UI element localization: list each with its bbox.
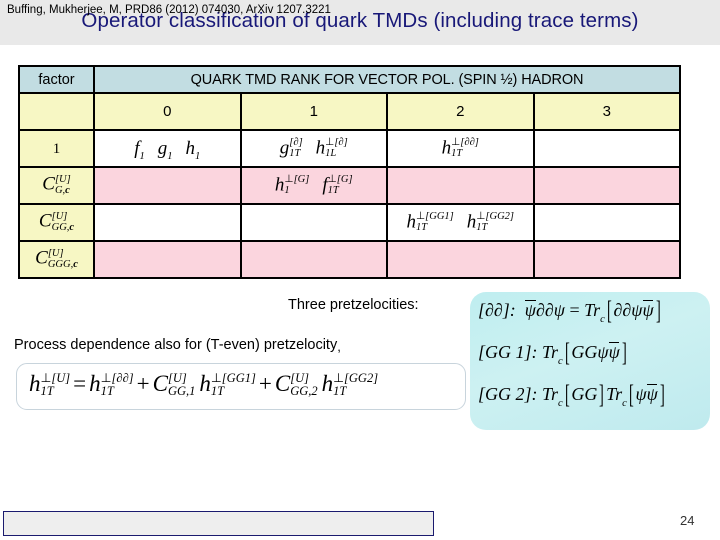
cell-r2-c0 [93, 166, 242, 205]
process-dependence-label: Process dependence also for (T-even) pre… [14, 337, 338, 353]
cell-r4-c3 [532, 240, 681, 279]
cell-r2-c1: h ⊥[G] 1 f ⊥[G] 1T [239, 166, 388, 205]
rank-column-2: 2 [386, 92, 535, 131]
cell-r4-c2 [386, 240, 535, 279]
cell-r1-c2: h ⊥[∂∂] 1T [386, 129, 535, 168]
trace-definitions-box: [∂∂]: ψ∂∂ψ = Trc[∂∂ψψ] [GG 1]: Trc[GGψψ]… [470, 292, 710, 430]
pretzelocities-label: Three pretzelocities: [288, 297, 419, 313]
cell-r4-c0 [93, 240, 242, 279]
cell-r3-c3 [532, 203, 681, 242]
factor-cell-1: 1 [18, 129, 95, 168]
cell-r1-c0: f1 g1 h1 [93, 129, 242, 168]
citation-text: Buffing, Mukherjee, M, PRD86 (2012) 0740… [7, 4, 331, 16]
cell-r1-c3 [532, 129, 681, 168]
factor-cell-C-GG-c: C [U] GG,c [18, 203, 95, 242]
factor-cell-C-G-c: C [U] G,c [18, 166, 95, 205]
rank-column-1: 1 [239, 92, 388, 131]
cell-r3-c2: h ⊥[GG1] 1T h ⊥[GG2] 1T [386, 203, 535, 242]
table-row: C [U] GGG,c [18, 240, 681, 279]
rank-row-factor-blank [18, 92, 95, 131]
cell-r3-c1 [239, 203, 388, 242]
trace-line-gg2: [GG 2]: Trc[GG] Trc[ψψ] [478, 380, 665, 409]
table-rank-row: 0 1 2 3 [18, 92, 681, 131]
trace-line-dd: [∂∂]: ψ∂∂ψ = Trc[∂∂ψψ] [478, 296, 661, 325]
header-cell-rank-banner: QUARK TMD RANK FOR VECTOR POL. (SPIN ½) … [93, 65, 681, 94]
cell-r1-c1: g [∂] 1T h ⊥[∂] 1L [239, 129, 388, 168]
rank-column-0: 0 [93, 92, 242, 131]
process-dependence-text: Process dependence also for (T-even) pre… [14, 337, 341, 354]
rank-column-3: 3 [532, 92, 681, 131]
trace-line-gg1: [GG 1]: Trc[GGψψ] [478, 338, 627, 367]
table-header-row: factor QUARK TMD RANK FOR VECTOR POL. (S… [18, 65, 681, 94]
pretzelocity-formula: h ⊥[U] 1T = h ⊥[∂∂] 1T + C [U] GG,1 h ⊥[GG1] 1T + C [U] G… [29, 371, 379, 399]
pretzelocity-formula-box: h ⊥[U] 1T = h ⊥[∂∂] 1T + C [U] GG,1 h ⊥[GG1] 1T + C [U] G… [16, 363, 466, 410]
process-dependence-comma: , [337, 339, 341, 354]
cell-r4-c1 [239, 240, 388, 279]
page-number: 24 [680, 513, 695, 528]
tmd-classification-table: factor QUARK TMD RANK FOR VECTOR POL. (S… [18, 65, 681, 279]
table-row: 1 f1 g1 h1 g [∂] 1T h ⊥[∂] 1L h ⊥[∂∂] 1T [18, 129, 681, 168]
header-cell-factor: factor [18, 65, 95, 94]
cell-r2-c2 [386, 166, 535, 205]
factor-cell-C-GGG-c: C [U] GGG,c [18, 240, 95, 279]
table-row: C [U] GG,c h ⊥[GG1] 1T h ⊥[GG2] 1T [18, 203, 681, 242]
cell-r2-c3 [532, 166, 681, 205]
citation-box [3, 511, 434, 536]
table-row: C [U] G,c h ⊥[G] 1 f ⊥[G] 1T [18, 166, 681, 205]
cell-r3-c0 [93, 203, 242, 242]
